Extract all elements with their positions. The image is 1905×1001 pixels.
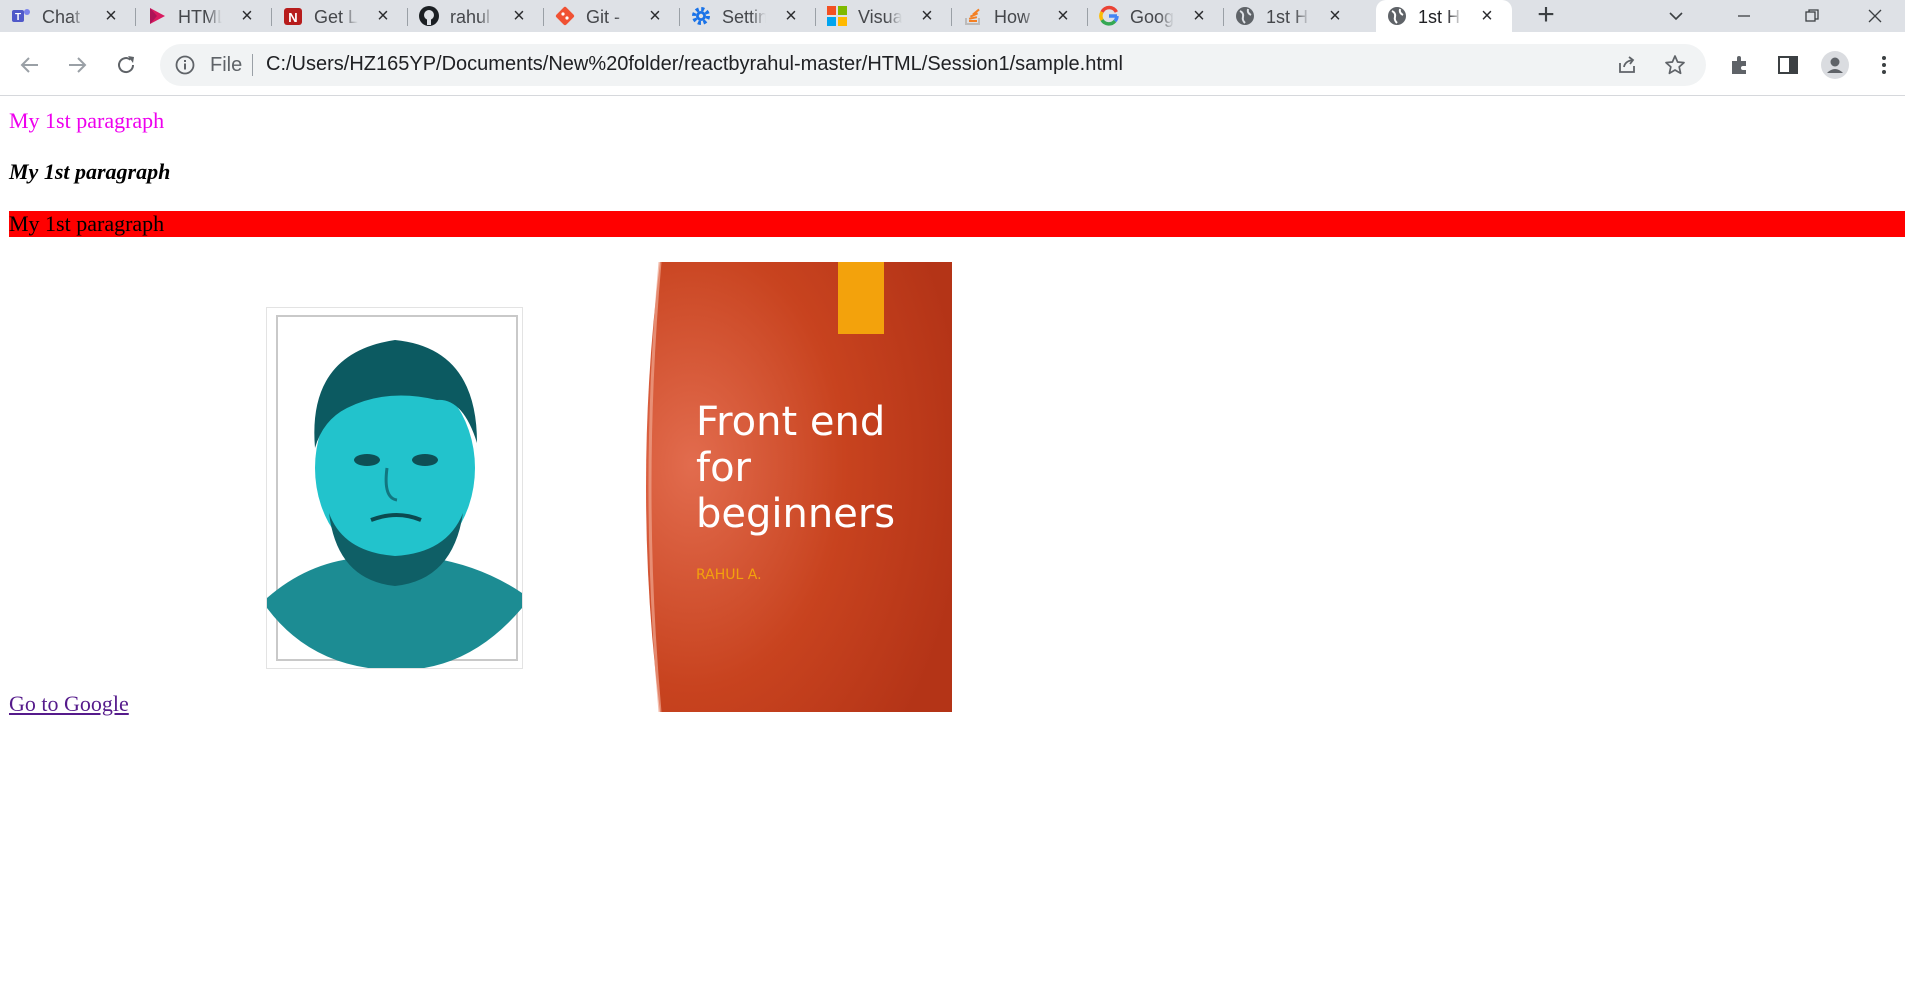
go-to-google-link[interactable]: Go to Google [9, 691, 129, 717]
tab-strip: T Chat × HTML × N Get L × rahul × Git - [0, 0, 1905, 34]
tab-title: HTML [178, 7, 222, 27]
svg-text:N: N [288, 10, 297, 25]
close-icon[interactable]: × [1324, 5, 1346, 27]
tab-google[interactable]: Goog × [1088, 0, 1224, 32]
tab-title: Chat [42, 7, 81, 27]
svg-text:T: T [15, 12, 21, 23]
page-content: My 1st paragraph My 1st paragraph My 1st… [0, 97, 1905, 1001]
address-divider [252, 54, 253, 76]
tab-title: How [994, 7, 1031, 27]
teams-icon: T [10, 5, 32, 27]
tab-1st-h[interactable]: 1st H × [1224, 0, 1360, 32]
chevron-down-icon [1669, 12, 1683, 21]
profile-photo [266, 307, 523, 669]
tab-title: Visua [858, 7, 902, 27]
paragraph-pink: My 1st paragraph [9, 108, 165, 133]
tab-title: rahul [450, 7, 491, 27]
tab-title: 1st H [1266, 7, 1309, 27]
tab-get[interactable]: N Get L × [272, 0, 408, 32]
tab-title: Settin [722, 7, 766, 27]
new-tab-button[interactable]: + [1528, 0, 1564, 30]
bookmark-ribbon [838, 262, 884, 334]
google-icon [1098, 5, 1120, 27]
minimize-icon [1738, 15, 1750, 17]
tab-title: Git - [586, 7, 620, 27]
url-text[interactable]: C:/Users/HZ165YP/Documents/New%20folder/… [266, 53, 1123, 76]
arrow-right-icon [69, 57, 87, 73]
cover-author: RAHUL A. [696, 567, 762, 583]
tab-1st-h-active[interactable]: 1st H × [1376, 0, 1512, 34]
close-icon[interactable]: × [644, 5, 666, 27]
close-icon[interactable]: × [236, 5, 258, 27]
close-icon[interactable]: × [1052, 5, 1074, 27]
arrow-left-icon [20, 57, 38, 73]
close-icon[interactable]: × [780, 5, 802, 27]
reload-icon [118, 56, 135, 74]
tab-settings[interactable]: Settin × [680, 0, 816, 32]
paragraph-bold-italic: My 1st paragraph [9, 159, 171, 184]
side-panel-button[interactable] [1775, 52, 1801, 78]
profile-button[interactable] [1820, 50, 1850, 80]
close-icon [1868, 9, 1882, 23]
globe-icon [1234, 5, 1256, 27]
cover-title-line: Front end [696, 399, 885, 445]
close-icon[interactable]: × [1188, 5, 1210, 27]
side-panel-icon [1778, 56, 1798, 74]
book-cover: Front end for beginners RAHUL A. [646, 261, 952, 713]
avatar-icon [1821, 51, 1849, 79]
tab-visual[interactable]: Visua × [816, 0, 952, 32]
close-icon[interactable]: × [100, 5, 122, 27]
more-vert-icon [1882, 56, 1886, 74]
git-icon [554, 5, 576, 27]
stackoverflow-icon [962, 5, 984, 27]
globe-icon [1386, 5, 1408, 27]
scheme-label: File [210, 54, 243, 76]
back-button[interactable] [15, 50, 45, 80]
minimize-button[interactable] [1714, 0, 1774, 32]
info-icon[interactable] [174, 54, 196, 76]
extensions-button[interactable] [1727, 52, 1753, 78]
address-bar[interactable]: File C:/Users/HZ165YP/Documents/New%20fo… [160, 44, 1706, 86]
windows-logo-icon [826, 5, 848, 27]
reload-button[interactable] [111, 50, 141, 80]
tab-github[interactable]: rahul × [408, 0, 544, 32]
tab-how[interactable]: How × [952, 0, 1088, 32]
tab-title: Get L [314, 7, 358, 27]
star-icon[interactable] [1664, 54, 1686, 76]
menu-button[interactable] [1871, 52, 1897, 78]
close-icon[interactable]: × [372, 5, 394, 27]
restore-button[interactable] [1782, 0, 1842, 32]
tab-title: Goog [1130, 7, 1174, 27]
cover-title-line: for [696, 445, 752, 491]
forward-button[interactable] [62, 50, 92, 80]
tab-git[interactable]: Git - × [544, 0, 680, 32]
browser-toolbar: File C:/Users/HZ165YP/Documents/New%20fo… [0, 32, 1905, 96]
close-icon[interactable]: × [916, 5, 938, 27]
play-icon [146, 5, 168, 27]
gear-icon [690, 5, 712, 27]
tab-html[interactable]: HTML × [136, 0, 272, 32]
close-icon[interactable]: × [508, 5, 530, 27]
close-icon[interactable]: × [1476, 5, 1498, 27]
paragraph-red-background: My 1st paragraph [9, 211, 1905, 237]
share-icon[interactable] [1616, 54, 1638, 76]
puzzle-icon [1732, 56, 1746, 74]
tab-chat[interactable]: T Chat × [0, 0, 136, 32]
close-window-button[interactable] [1845, 0, 1905, 32]
tab-title: 1st H [1418, 7, 1461, 27]
restore-icon [1805, 9, 1819, 22]
tab-search-button[interactable] [1646, 0, 1706, 32]
n-logo-icon: N [282, 5, 304, 27]
cover-title-line: beginners [696, 491, 895, 537]
github-icon [418, 5, 440, 27]
